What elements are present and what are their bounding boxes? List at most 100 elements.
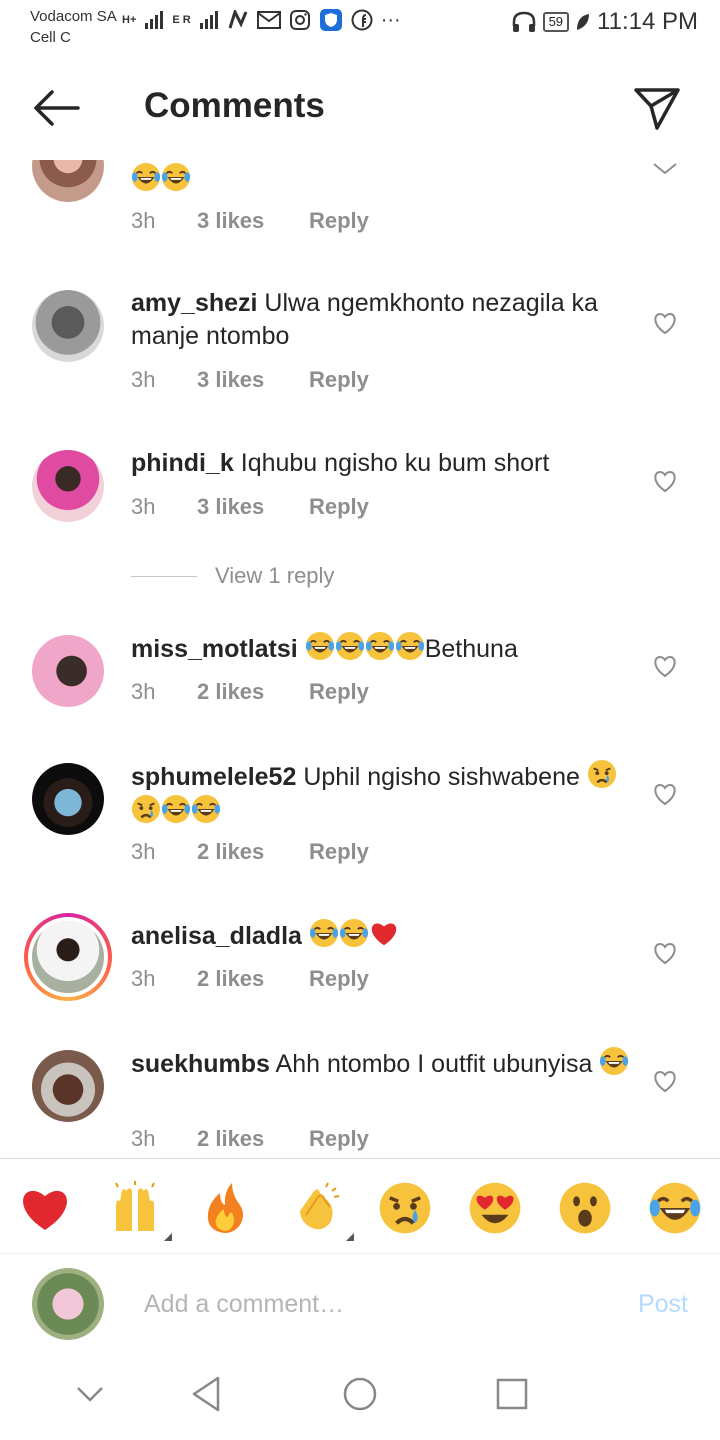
comment-time: 3h [131,679,156,704]
surprised-face-icon[interactable] [558,1181,612,1235]
comment-text: sphumelele52 Uphil ngisho sishwabene [131,759,631,829]
comment-meta: 3h 3 likes Reply [131,208,369,234]
avatar[interactable] [32,1050,104,1122]
comment-likes[interactable]: 2 likes [197,1126,309,1152]
post-button[interactable]: Post [638,1290,688,1319]
comment-text: suekhumbs Ahh ntombo I outfit ubunyisa [131,1046,631,1081]
nav-back-icon[interactable] [190,1376,222,1412]
carrier-1: Vodacom SA [30,8,117,25]
red-heart-icon [369,918,399,948]
comment-username[interactable]: phindi_k [131,449,234,477]
comment-input[interactable] [144,1284,584,1324]
comments-list[interactable]: 3h 3 likes Reply amy_shezi Ulwa ngemkhon… [0,160,720,1158]
tears-of-joy-icon [131,162,161,192]
comment-likes[interactable]: 3 likes [197,208,309,234]
my-avatar [32,1268,104,1340]
send-direct-icon[interactable] [632,84,682,134]
battery-level: 59 [542,12,570,32]
heart-outline-icon[interactable] [652,312,678,336]
comment-likes[interactable]: 2 likes [197,966,309,992]
comment-emoji-text [131,166,191,194]
comment-text [131,162,631,197]
comment-text: amy_shezi Ulwa ngemkhonto nezagila ka ma… [131,287,631,353]
view-replies-button[interactable]: View 1 reply [131,563,334,589]
comment-username[interactable]: suekhumbs [131,1050,270,1078]
nav-home-icon[interactable] [342,1376,378,1412]
comment-username[interactable]: amy_shezi [131,289,257,317]
comment-username[interactable]: anelisa_dladla [131,922,302,950]
system-nav-bar [0,1354,720,1440]
reply-button[interactable]: Reply [309,1126,369,1152]
tears-of-joy-icon [335,631,365,661]
comment-likes[interactable]: 3 likes [197,494,309,520]
skin-tone-indicator [164,1233,172,1241]
reply-button[interactable]: Reply [309,494,369,520]
reply-button[interactable]: Reply [309,679,369,705]
page-title: Comments [144,86,325,125]
reply-button[interactable]: Reply [309,966,369,992]
tears-of-joy-icon [309,918,339,948]
hide-keyboard-chevron-icon[interactable] [76,1386,104,1404]
comment-time: 3h [131,1126,156,1151]
signal-icon [145,11,164,29]
story-ring[interactable] [24,913,112,1001]
crying-face-icon [131,794,161,824]
heart-eyes-icon[interactable] [468,1181,522,1235]
heart-icon[interactable] [18,1181,72,1235]
comment-likes[interactable]: 3 likes [197,367,309,393]
comment-meta: 3h 2 likes Reply [131,966,369,992]
carrier-2: Cell C [30,29,71,46]
comment-likes[interactable]: 2 likes [197,839,309,865]
crying-face-icon[interactable] [378,1181,432,1235]
status-right: 59 11:14 PM [511,8,698,36]
skin-tone-indicator [346,1233,354,1241]
clock: 11:14 PM [597,8,698,35]
leaf-icon [577,14,590,30]
tears-of-joy-icon[interactable] [648,1181,702,1235]
comment-body: Ahh ntombo I outfit ubunyisa [275,1050,593,1078]
avatar[interactable] [32,290,104,362]
net-type-1: H+ [122,14,137,26]
heart-outline-icon[interactable] [652,470,678,494]
tears-of-joy-icon [191,794,221,824]
headphones-icon [512,11,535,32]
reply-button[interactable]: Reply [309,208,369,234]
reply-button[interactable]: Reply [309,839,369,865]
crying-face-icon [587,759,617,789]
comment-meta: 3h 2 likes Reply [131,1126,369,1152]
avatar[interactable] [32,450,104,522]
heart-outline-icon[interactable] [652,783,678,807]
fire-icon[interactable] [198,1181,252,1235]
back-arrow-icon[interactable] [30,86,82,130]
tears-of-joy-icon [395,631,425,661]
avatar[interactable] [32,160,104,202]
carrier-info: Vodacom SA Cell C [30,6,117,48]
tears-of-joy-icon [161,794,191,824]
facebook-icon [351,9,373,31]
divider-line [131,575,197,577]
comment-username[interactable]: sphumelele52 [131,763,296,791]
raised-hands-icon[interactable] [108,1181,172,1241]
status-bar: Vodacom SA Cell C H+ E R ··· 59 11:14 PM [0,0,720,56]
avatar[interactable] [32,763,104,835]
comment-body: Uphil ngisho sishwabene [303,763,580,791]
tears-of-joy-icon [161,162,191,192]
comment-input-bar: Post [0,1254,720,1354]
comment-likes[interactable]: 2 likes [197,679,309,705]
reply-button[interactable]: Reply [309,367,369,393]
clapping-hands-icon[interactable] [290,1181,354,1241]
heart-outline-icon[interactable] [652,942,678,966]
net-type-2: E R [172,14,191,26]
instagram-icon [289,10,310,30]
comment-meta: 3h 3 likes Reply [131,367,369,393]
comment-meta: 3h 2 likes Reply [131,839,369,865]
quick-reactions-bar [0,1158,720,1254]
heart-outline-icon[interactable] [652,655,678,679]
comment-username[interactable]: miss_motlatsi [131,635,298,663]
nav-recents-icon[interactable] [496,1378,528,1410]
avatar [28,917,108,997]
heart-outline-icon[interactable] [652,1070,678,1094]
comment-time: 3h [131,839,156,864]
avatar[interactable] [32,635,104,707]
chevron-down-icon[interactable] [652,162,678,176]
